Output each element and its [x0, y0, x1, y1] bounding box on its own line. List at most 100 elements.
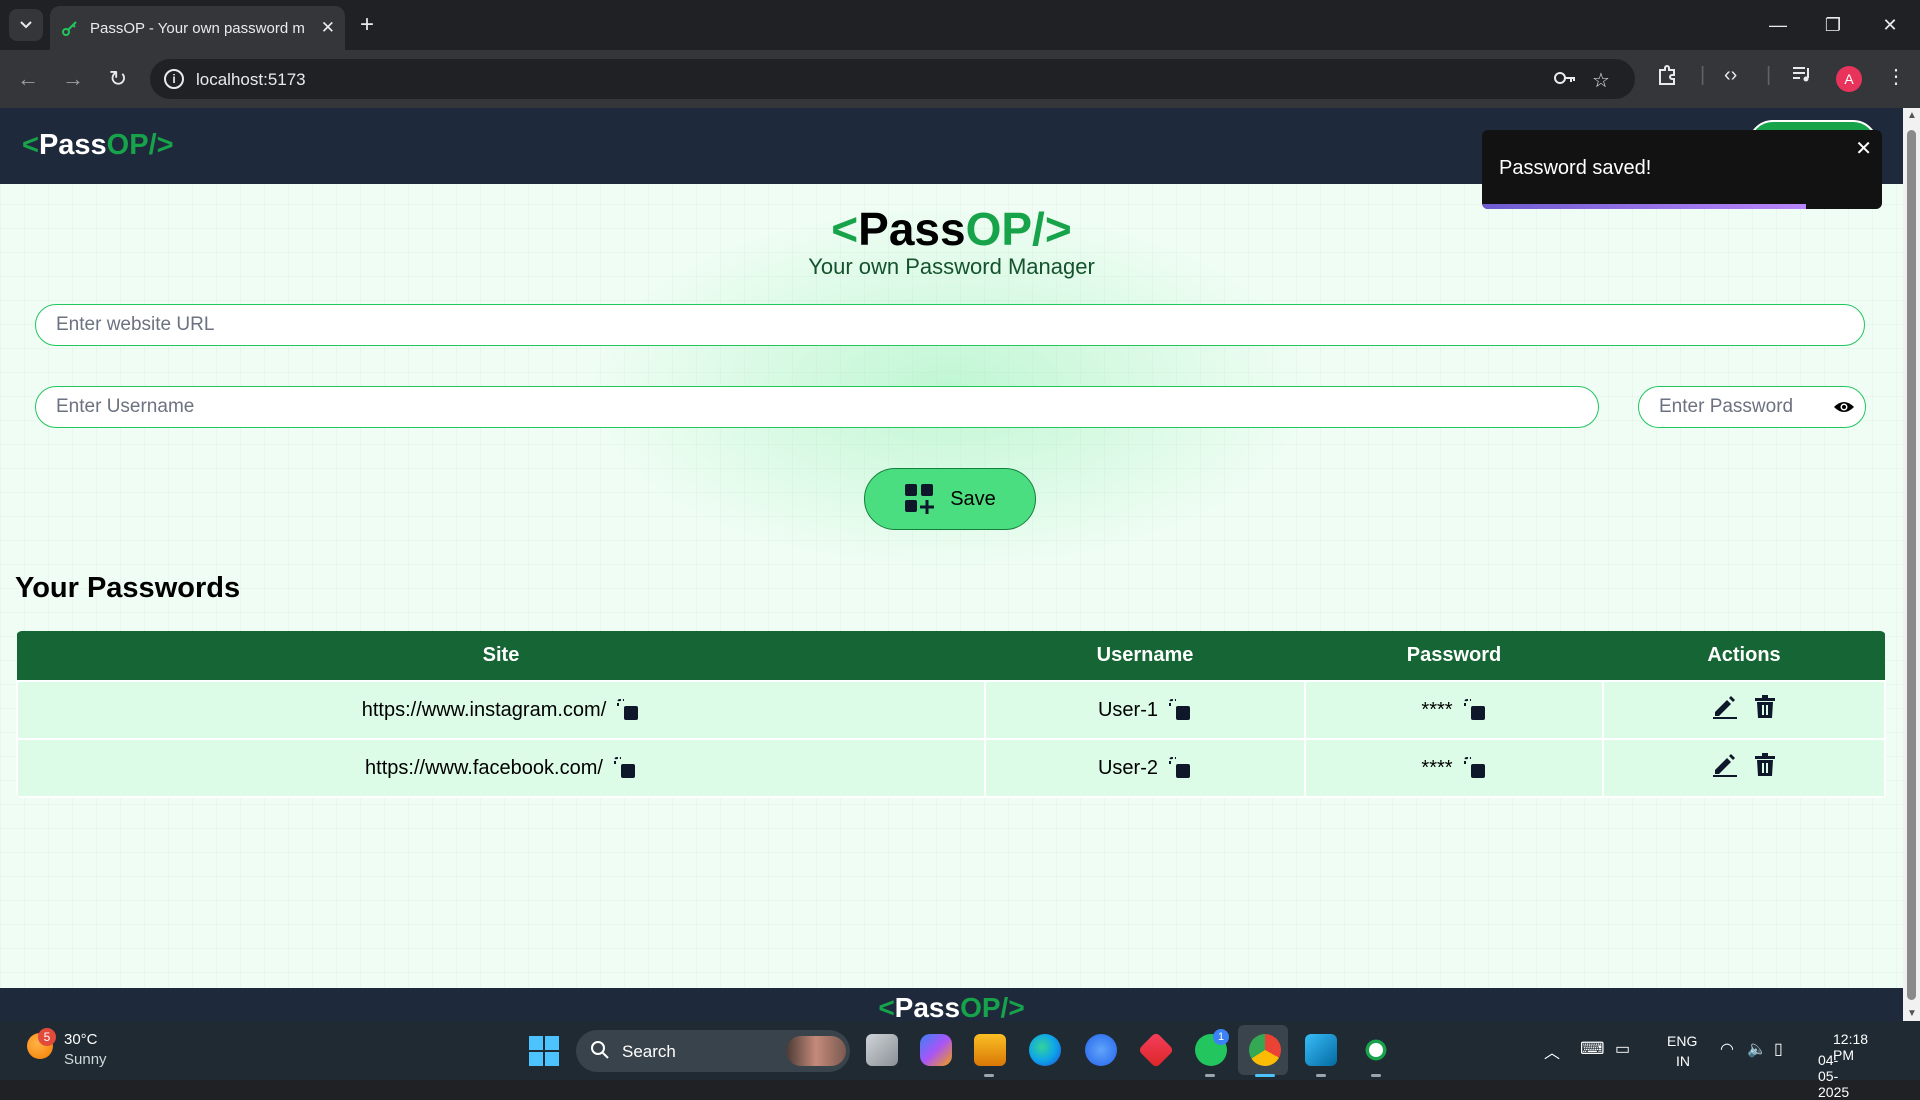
toolbar-divider: |: [1700, 64, 1706, 86]
bookmark-star-icon[interactable]: ☆: [1592, 68, 1610, 93]
table-header-row: Site Username Password Actions: [17, 631, 1885, 681]
column-header-actions: Actions: [1603, 631, 1885, 681]
username-input[interactable]: [35, 386, 1599, 428]
navbar-logo[interactable]: <PassOP/>: [22, 129, 174, 162]
running-indicator: [1316, 1074, 1326, 1077]
scroll-up-arrow[interactable]: ▲: [1907, 110, 1917, 121]
site-info-icon[interactable]: i: [164, 69, 184, 89]
username-text: User-1: [1097, 698, 1158, 721]
reload-icon[interactable]: ↻: [103, 64, 133, 94]
password-cell: ****: [1304, 680, 1604, 740]
page-scrollbar[interactable]: ▲ ▼: [1903, 108, 1920, 1021]
keyboard-icon[interactable]: ⌨: [1580, 1039, 1605, 1059]
file-explorer-icon[interactable]: [974, 1034, 1006, 1066]
windows-taskbar: 5 30°C Sunny Search 1 ︿ ⌨ ▭ ENG IN ◠ 🔈 ▯…: [0, 1021, 1920, 1100]
back-icon[interactable]: ←: [13, 64, 43, 94]
username-text: User-2: [1097, 756, 1158, 779]
password-input[interactable]: [1638, 386, 1866, 428]
devtools-code-icon[interactable]: ‹›: [1724, 64, 1737, 87]
save-button[interactable]: Save: [864, 468, 1036, 530]
hero-logo: <PassOP/>: [831, 203, 1072, 255]
scroll-down-arrow[interactable]: ▼: [1907, 1008, 1917, 1019]
delete-trash-icon[interactable]: [1754, 695, 1776, 719]
wifi-icon[interactable]: ◠: [1720, 1039, 1734, 1059]
help-app-icon[interactable]: [1085, 1034, 1117, 1066]
show-password-eye-icon[interactable]: [1833, 399, 1855, 415]
toast-progress-bar: [1482, 204, 1806, 209]
toolbar: ← → ↻ i localhost:5173 ☆ | ‹› | A ⋮: [0, 50, 1920, 108]
url-text[interactable]: localhost:5173: [196, 70, 306, 90]
clock-date[interactable]: 04-05-2025: [1818, 1052, 1849, 1100]
website-url-input[interactable]: [35, 304, 1865, 346]
table-row: https://www.facebook.com/ User-2 ****: [16, 738, 1886, 798]
start-button[interactable]: [529, 1036, 559, 1066]
site-link[interactable]: https://www.facebook.com/: [365, 757, 603, 780]
forward-icon[interactable]: →: [58, 64, 88, 94]
copy-icon[interactable]: [1463, 756, 1487, 780]
restore-button[interactable]: ❐: [1811, 8, 1855, 42]
site-cell: https://www.facebook.com/: [16, 738, 986, 798]
weather-condition[interactable]: Sunny: [64, 1051, 107, 1068]
masked-password: ****: [1421, 756, 1453, 779]
minimize-button[interactable]: —: [1756, 8, 1800, 42]
username-cell: User-2: [984, 738, 1306, 798]
edit-pencil-icon[interactable]: [1712, 753, 1738, 777]
password-cell: ****: [1304, 738, 1604, 798]
running-indicator: [1205, 1074, 1215, 1077]
toolbar-divider: |: [1766, 64, 1772, 86]
copy-icon[interactable]: [613, 756, 637, 780]
media-control-icon[interactable]: [1791, 64, 1813, 90]
copilot-icon[interactable]: [920, 1034, 952, 1066]
browser-tab[interactable]: PassOP - Your own password m ✕: [50, 6, 345, 50]
app-footer: <PassOP/>: [0, 988, 1903, 1021]
password-key-icon[interactable]: [1553, 68, 1577, 94]
copy-icon[interactable]: [1168, 698, 1192, 722]
profile-avatar[interactable]: A: [1836, 66, 1862, 92]
red-diamond-app-icon[interactable]: [1137, 1031, 1175, 1069]
weather-badge: 5: [38, 1028, 56, 1046]
search-icon: [591, 1041, 609, 1059]
footer-logo: <PassOP/>: [878, 992, 1025, 1021]
passwords-heading: Your Passwords: [15, 572, 241, 604]
masked-password: ****: [1421, 698, 1453, 721]
language-code[interactable]: ENG: [1667, 1033, 1697, 1049]
address-bar[interactable]: i localhost:5173 ☆: [150, 59, 1635, 99]
edit-pencil-icon[interactable]: [1712, 695, 1738, 719]
mongodb-compass-icon[interactable]: [1360, 1034, 1392, 1066]
toast-close-icon[interactable]: ✕: [1855, 136, 1872, 161]
site-link[interactable]: https://www.instagram.com/: [362, 699, 607, 722]
volume-icon[interactable]: 🔈: [1747, 1039, 1767, 1059]
edge-browser-icon[interactable]: [1029, 1034, 1061, 1066]
battery-icon[interactable]: ▯: [1774, 1039, 1783, 1059]
whatsapp-badge: 1: [1213, 1029, 1229, 1045]
tab-strip: PassOP - Your own password m ✕ + — ❐ ✕: [0, 0, 1920, 50]
language-region[interactable]: IN: [1676, 1053, 1690, 1069]
scroll-thumb[interactable]: [1907, 130, 1916, 1000]
chevron-down-icon: [20, 21, 32, 29]
new-tab-button[interactable]: +: [352, 10, 382, 40]
taskbar-search[interactable]: Search: [576, 1030, 850, 1072]
save-button-label: Save: [950, 487, 996, 510]
extensions-icon[interactable]: [1656, 64, 1678, 92]
vscode-icon[interactable]: [1305, 1034, 1337, 1066]
chrome-icon[interactable]: [1249, 1034, 1281, 1066]
chevron-up-icon[interactable]: ︿: [1544, 1039, 1560, 1063]
active-indicator: [1255, 1074, 1275, 1077]
tab-title: PassOP - Your own password m: [90, 19, 305, 37]
delete-trash-icon[interactable]: [1754, 753, 1776, 777]
running-indicator: [984, 1074, 994, 1077]
table-row: https://www.instagram.com/ User-1 ****: [16, 680, 1886, 740]
weather-temperature[interactable]: 30°C: [64, 1031, 98, 1048]
tab-close-icon[interactable]: ✕: [321, 18, 335, 38]
copy-icon[interactable]: [616, 698, 640, 722]
pen-workspace-icon[interactable]: ▭: [1615, 1039, 1630, 1059]
menu-kebab-icon[interactable]: ⋮: [1886, 64, 1906, 89]
close-window-button[interactable]: ✕: [1868, 8, 1912, 42]
passwords-table: Site Username Password Actions https://w…: [16, 631, 1886, 798]
copy-icon[interactable]: [1168, 756, 1192, 780]
copy-icon[interactable]: [1463, 698, 1487, 722]
task-view-icon[interactable]: [866, 1034, 898, 1066]
actions-cell: [1602, 680, 1886, 740]
tab-search-button[interactable]: [9, 9, 43, 41]
toast-notification: Password saved! ✕: [1482, 130, 1882, 209]
